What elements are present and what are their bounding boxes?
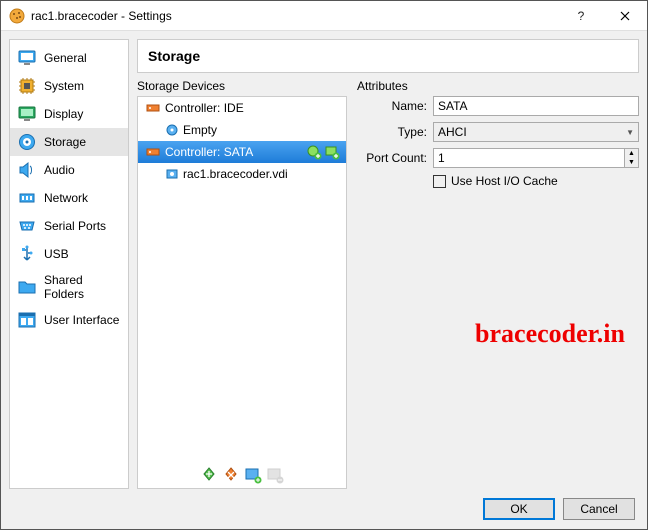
dialog-footer: OK Cancel [1,489,647,529]
host-io-cache-checkbox[interactable]: Use Host I/O Cache [433,174,639,188]
disk-icon [18,133,36,151]
attributes-label: Attributes [357,79,639,93]
add-attachment-icon[interactable] [244,466,262,484]
add-controller-icon[interactable] [200,466,218,484]
chip-icon [18,77,36,95]
help-button[interactable]: ? [559,1,603,31]
sidebar-item-system[interactable]: System [10,72,128,100]
ui-icon [18,311,36,329]
checkbox-icon [433,175,446,188]
network-icon [18,189,36,207]
serial-icon [18,217,36,235]
port-count-label: Port Count: [357,151,427,165]
sidebar-item-usb[interactable]: USB [10,240,128,268]
page-header: Storage [137,39,639,73]
add-hd-icon[interactable] [324,144,340,160]
sidebar-item-network[interactable]: Network [10,184,128,212]
port-count-spinner[interactable]: 1 ▲▼ [433,148,639,168]
storage-devices-label: Storage Devices [137,79,347,93]
close-button[interactable] [603,1,647,31]
controller-ide[interactable]: Controller: IDE [138,97,346,119]
spin-up-icon[interactable]: ▲ [625,149,638,158]
settings-window: rac1.bracecoder - Settings ? General Sys… [0,0,648,530]
speaker-icon [18,161,36,179]
cancel-button[interactable]: Cancel [563,498,635,520]
tree-toolbar [138,466,346,484]
name-label: Name: [357,99,427,113]
titlebar: rac1.bracecoder - Settings ? [1,1,647,31]
ok-button[interactable]: OK [483,498,555,520]
sidebar-item-audio[interactable]: Audio [10,156,128,184]
controller-sata[interactable]: Controller: SATA [138,141,346,163]
sidebar-item-general[interactable]: General [10,44,128,72]
ide-empty-slot[interactable]: Empty [138,119,346,141]
name-input[interactable] [433,96,639,116]
category-sidebar: General System Display Storage Audio Net… [9,39,129,489]
hdd-icon [166,168,178,180]
controller-icon [146,145,160,159]
page-title: Storage [148,48,200,64]
folder-icon [18,278,36,296]
add-cd-icon[interactable] [306,144,322,160]
storage-tree: Controller: IDE Empty Controller: SATA [137,96,347,489]
chevron-down-icon: ▼ [626,128,634,137]
spin-down-icon[interactable]: ▼ [625,158,638,167]
watermark: bracecoder.in [475,319,625,349]
cd-icon [166,124,178,136]
sidebar-item-display[interactable]: Display [10,100,128,128]
type-label: Type: [357,125,427,139]
app-icon [9,8,25,24]
sidebar-item-serial[interactable]: Serial Ports [10,212,128,240]
sidebar-item-storage[interactable]: Storage [10,128,128,156]
sata-disk[interactable]: rac1.bracecoder.vdi [138,163,346,185]
display-icon [18,105,36,123]
sidebar-item-ui[interactable]: User Interface [10,306,128,334]
sidebar-item-shared[interactable]: Shared Folders [10,268,128,306]
usb-icon [18,245,36,263]
controller-icon [146,101,160,115]
monitor-icon [18,49,36,67]
remove-attachment-icon [266,466,284,484]
remove-controller-icon[interactable] [222,466,240,484]
type-select[interactable]: AHCI ▼ [433,122,639,142]
window-title: rac1.bracecoder - Settings [31,9,559,23]
